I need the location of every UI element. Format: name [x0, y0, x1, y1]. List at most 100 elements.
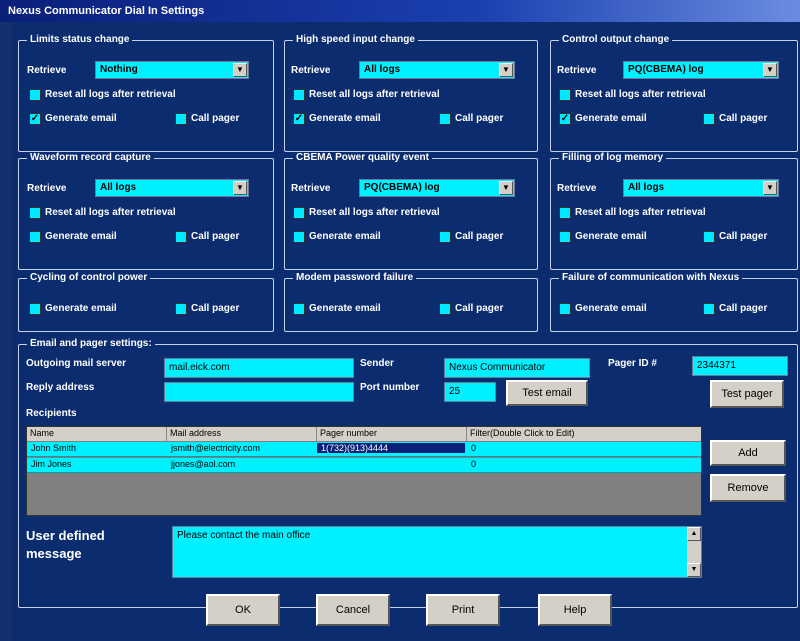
test-pager-button[interactable]: Test pager: [710, 380, 784, 408]
reset-label: Reset all logs after retrieval: [575, 89, 706, 100]
table-row[interactable]: John Smith jsmith@electricity.com 1(732)…: [27, 442, 701, 457]
pager-checkbox[interactable]: [175, 113, 187, 125]
help-button[interactable]: Help: [538, 594, 612, 626]
reset-checkbox[interactable]: [29, 207, 41, 219]
outgoing-mail-input[interactable]: mail.eick.com: [164, 358, 354, 378]
pager-label: Call pager: [191, 303, 240, 314]
group-waveform-capture: Waveform record capture Retrieve All log…: [18, 152, 274, 270]
pager-id-label: Pager ID #: [608, 358, 657, 369]
email-label: Generate email: [309, 303, 381, 314]
email-checkbox[interactable]: ✓: [559, 113, 571, 125]
reset-checkbox[interactable]: [293, 89, 305, 101]
retrieve-dropdown[interactable]: All logs ▼: [359, 61, 515, 79]
scroll-down-icon[interactable]: ▼: [687, 563, 701, 577]
column-header-name[interactable]: Name: [27, 427, 167, 441]
email-checkbox[interactable]: [29, 303, 41, 315]
retrieve-label: Retrieve: [291, 65, 331, 76]
retrieve-dropdown[interactable]: PQ(CBEMA) log ▼: [359, 179, 515, 197]
pager-id-input[interactable]: 2344371: [692, 356, 788, 376]
pager-checkbox[interactable]: [175, 303, 187, 315]
sender-input[interactable]: Nexus Communicator: [444, 358, 590, 378]
email-checkbox[interactable]: ✓: [29, 113, 41, 125]
reset-label: Reset all logs after retrieval: [45, 207, 176, 218]
chevron-down-icon: ▼: [763, 63, 777, 77]
group-title: Modem password failure: [293, 272, 417, 283]
email-label: Generate email: [45, 303, 117, 314]
group-title: High speed input change: [293, 34, 418, 45]
email-label: Generate email: [575, 231, 647, 242]
email-checkbox[interactable]: [29, 231, 41, 243]
retrieve-dropdown[interactable]: Nothing ▼: [95, 61, 249, 79]
cell-filter[interactable]: 0: [467, 443, 480, 453]
chevron-down-icon: ▼: [499, 181, 513, 195]
email-checkbox[interactable]: ✓: [293, 113, 305, 125]
reset-checkbox[interactable]: [559, 207, 571, 219]
user-message-textarea[interactable]: Please contact the main office ▲ ▼: [172, 526, 702, 578]
pager-checkbox[interactable]: [703, 113, 715, 125]
reset-label: Reset all logs after retrieval: [309, 89, 440, 100]
email-label: Generate email: [45, 113, 117, 124]
desktop-edge: [0, 22, 12, 641]
group-title: Waveform record capture: [27, 152, 154, 163]
pager-checkbox[interactable]: [439, 113, 451, 125]
message-scrollbar[interactable]: ▲ ▼: [687, 527, 701, 577]
email-checkbox[interactable]: [559, 231, 571, 243]
scroll-up-icon[interactable]: ▲: [687, 527, 701, 541]
group-title: Limits status change: [27, 34, 133, 45]
retrieve-value: All logs: [364, 64, 401, 75]
chevron-down-icon: ▼: [233, 181, 247, 195]
add-recipient-button[interactable]: Add: [710, 440, 786, 466]
pager-checkbox[interactable]: [703, 303, 715, 315]
port-number-input[interactable]: 25: [444, 382, 496, 402]
email-checkbox[interactable]: [293, 231, 305, 243]
pager-label: Call pager: [191, 113, 240, 124]
cancel-button[interactable]: Cancel: [316, 594, 390, 626]
retrieve-dropdown[interactable]: All logs ▼: [623, 179, 779, 197]
pager-label: Call pager: [191, 231, 240, 242]
retrieve-label: Retrieve: [557, 65, 597, 76]
email-checkbox[interactable]: [293, 303, 305, 315]
reset-label: Reset all logs after retrieval: [309, 207, 440, 218]
user-message-text: Please contact the main office: [177, 530, 311, 541]
group-control-output: Control output change Retrieve PQ(CBEMA)…: [550, 34, 798, 152]
print-button[interactable]: Print: [426, 594, 500, 626]
group-limits-status: Limits status change Retrieve Nothing ▼ R…: [18, 34, 274, 152]
cell-pager[interactable]: 1(732)(913)4444: [317, 443, 465, 453]
column-header-mail[interactable]: Mail address: [167, 427, 317, 441]
cell-name: John Smith: [31, 443, 77, 453]
cell-filter[interactable]: 0: [467, 459, 480, 469]
remove-recipient-button[interactable]: Remove: [710, 474, 786, 502]
pager-label: Call pager: [719, 231, 768, 242]
pager-checkbox[interactable]: [703, 231, 715, 243]
reset-checkbox[interactable]: [293, 207, 305, 219]
test-email-button[interactable]: Test email: [506, 380, 588, 406]
retrieve-dropdown[interactable]: All logs ▼: [95, 179, 249, 197]
chevron-down-icon: ▼: [763, 181, 777, 195]
group-title: Failure of communication with Nexus: [559, 272, 743, 283]
retrieve-value: PQ(CBEMA) log: [628, 64, 704, 75]
reply-address-label: Reply address: [26, 382, 95, 393]
reply-address-input[interactable]: [164, 382, 354, 402]
pager-checkbox[interactable]: [439, 231, 451, 243]
group-title: Cycling of control power: [27, 272, 151, 283]
column-header-pager[interactable]: Pager number: [317, 427, 467, 441]
port-number-label: Port number: [360, 382, 420, 393]
ok-button[interactable]: OK: [206, 594, 280, 626]
settings-dialog: Limits status change Retrieve Nothing ▼ R…: [12, 22, 800, 641]
retrieve-value: PQ(CBEMA) log: [364, 182, 440, 193]
email-label: Generate email: [309, 231, 381, 242]
reset-checkbox[interactable]: [559, 89, 571, 101]
retrieve-dropdown[interactable]: PQ(CBEMA) log ▼: [623, 61, 779, 79]
reset-checkbox[interactable]: [29, 89, 41, 101]
sender-label: Sender: [360, 358, 394, 369]
email-checkbox[interactable]: [559, 303, 571, 315]
pager-checkbox[interactable]: [175, 231, 187, 243]
table-row[interactable]: Jim Jones jjones@aol.com 0: [27, 458, 701, 473]
group-filling-log-memory: Filling of log memory Retrieve All logs ▼…: [550, 152, 798, 270]
cell-mail: jjones@aol.com: [171, 459, 236, 469]
pager-checkbox[interactable]: [439, 303, 451, 315]
recipients-table[interactable]: Name Mail address Pager number Filter(Do…: [26, 426, 702, 516]
cell-name: Jim Jones: [31, 459, 72, 469]
column-header-filter[interactable]: Filter(Double Click to Edit): [467, 427, 701, 441]
pager-label: Call pager: [719, 303, 768, 314]
